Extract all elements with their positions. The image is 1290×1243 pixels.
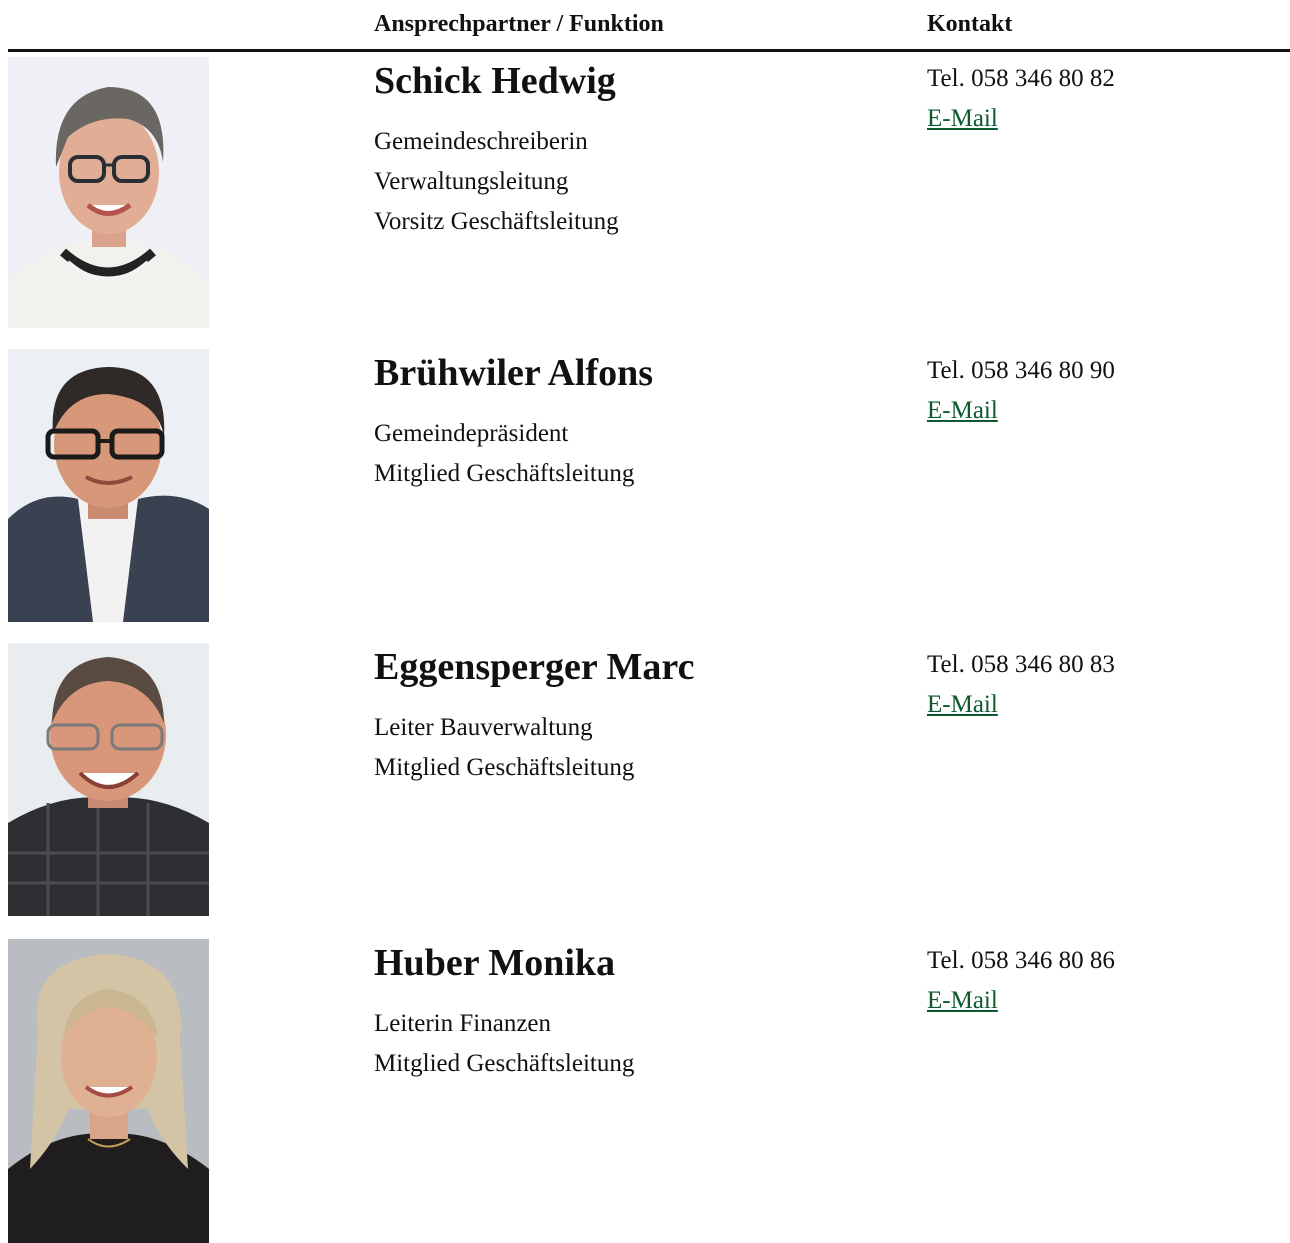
column-header-function: Ansprechpartner / Funktion [374,11,664,37]
contact-cell: Tel. 058 346 80 86 E-Mail [927,941,1115,1021]
contact-cell: Tel. 058 346 80 90 E-Mail [927,351,1115,431]
table-row: Brühwiler Alfons Gemeindepräsident Mitgl… [8,349,1290,622]
role-list: Gemeindepräsident Mitglied Geschäftsleit… [374,414,914,494]
column-header-contact: Kontakt [927,11,1013,37]
contact-cell: Tel. 058 346 80 82 E-Mail [927,59,1115,139]
person-name: Huber Monika [374,942,616,984]
role-line: Mitglied Geschäftsleitung [374,1050,635,1077]
role-line: Mitglied Geschäftsleitung [374,460,635,487]
table-row: Eggensperger Marc Leiter Bauverwaltung M… [8,643,1290,916]
phone-number: Tel. 058 346 80 83 [927,651,1115,678]
portrait-photo [8,939,209,1243]
portrait-photo [8,57,209,328]
role-line: Vorsitz Geschäftsleitung [374,208,619,235]
role-list: Leiterin Finanzen Mitglied Geschäftsleit… [374,1004,914,1084]
contact-cell: Tel. 058 346 80 83 E-Mail [927,645,1115,725]
table-row: Huber Monika Leiterin Finanzen Mitglied … [8,939,1290,1243]
person-name: Brühwiler Alfons [374,352,654,394]
role-line: Leiter Bauverwaltung [374,714,593,741]
role-list: Gemeindeschreiberin Verwaltungsleitung V… [374,122,914,242]
person-name: Schick Hedwig [374,60,616,102]
email-link[interactable]: E-Mail [927,99,998,139]
role-line: Mitglied Geschäftsleitung [374,754,635,781]
email-link[interactable]: E-Mail [927,981,998,1021]
role-line: Gemeindeschreiberin [374,128,588,155]
portrait-photo [8,349,209,622]
person-name: Eggensperger Marc [374,646,695,688]
table-row: Schick Hedwig Gemeindeschreiberin Verwal… [8,57,1290,328]
role-list: Leiter Bauverwaltung Mitglied Geschäftsl… [374,708,914,788]
portrait-photo [8,643,209,916]
email-link[interactable]: E-Mail [927,685,998,725]
role-line: Gemeindepräsident [374,420,569,447]
role-line: Leiterin Finanzen [374,1010,552,1037]
phone-number: Tel. 058 346 80 86 [927,947,1115,974]
phone-number: Tel. 058 346 80 90 [927,357,1115,384]
table-header: Ansprechpartner / Funktion Kontakt [8,0,1290,52]
role-line: Verwaltungsleitung [374,168,569,195]
phone-number: Tel. 058 346 80 82 [927,65,1115,92]
email-link[interactable]: E-Mail [927,391,998,431]
